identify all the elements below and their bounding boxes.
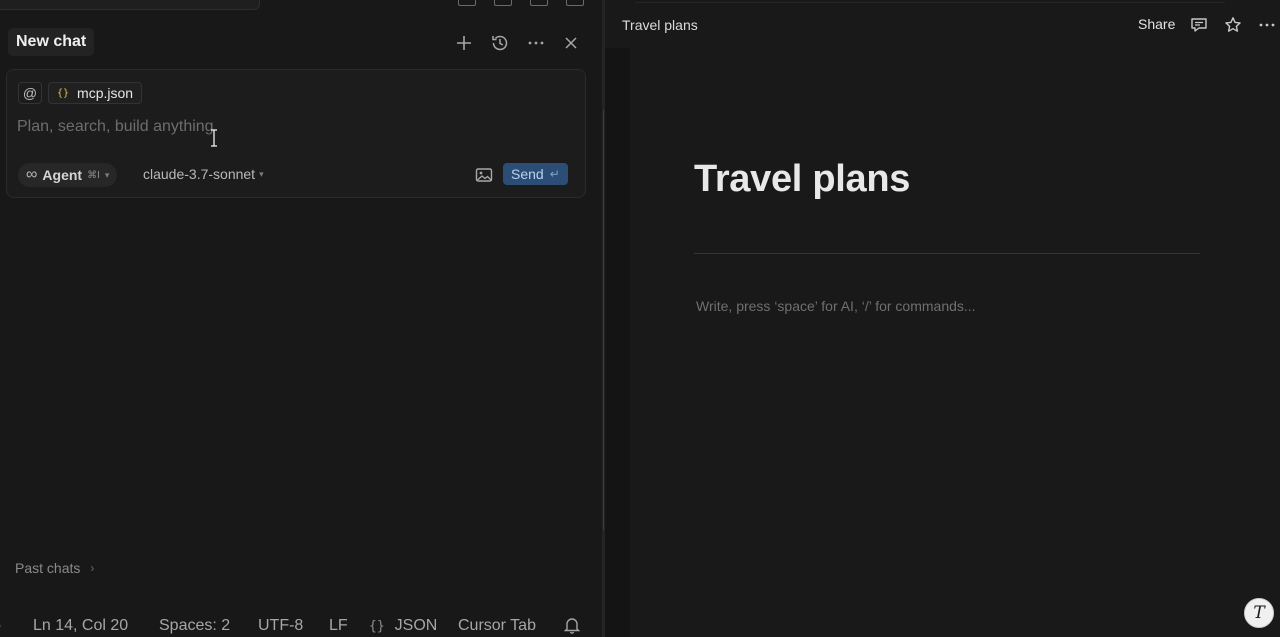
json-file-icon: {}	[57, 87, 70, 99]
mode-label: Agent	[42, 167, 83, 183]
context-file-chip[interactable]: {} mcp.json	[48, 82, 143, 104]
chat-composer: @ {} mcp.json ∞ Agent ⌘I ▾ claude-3.7-so…	[6, 69, 586, 198]
history-icon[interactable]	[489, 32, 511, 54]
close-icon[interactable]	[560, 32, 582, 54]
page-title[interactable]: Travel plans	[694, 158, 910, 201]
status-cursor-tab[interactable]: Cursor Tab	[458, 617, 536, 635]
chevron-right-icon: ›	[90, 561, 95, 575]
more-icon[interactable]	[1257, 15, 1277, 35]
mode-shortcut: ⌘I	[87, 169, 100, 181]
top-toolbar	[0, 0, 602, 12]
more-icon[interactable]	[525, 32, 547, 54]
status-cursor-position[interactable]: Ln 14, Col 20	[33, 617, 128, 635]
status-bar: ⌕ Ln 14, Col 20 Spaces: 2 UTF-8 LF {}JSO…	[0, 613, 602, 637]
mode-selector[interactable]: ∞ Agent ⌘I ▾	[18, 163, 118, 187]
search-icon[interactable]: ⌕	[0, 617, 2, 634]
chevron-down-icon: ▾	[259, 168, 264, 179]
title-divider	[694, 253, 1200, 254]
editor-placeholder[interactable]: Write, press ‘space’ for AI, ‘/’ for com…	[696, 298, 976, 314]
send-button[interactable]: Send ↵	[503, 163, 568, 185]
send-label: Send	[511, 166, 544, 182]
text-cursor-icon	[209, 129, 219, 147]
tab-strip	[635, 0, 1225, 3]
return-icon: ↵	[549, 167, 560, 181]
share-button[interactable]: Share	[1138, 16, 1175, 32]
comment-icon[interactable]	[1189, 15, 1209, 35]
layout-icon[interactable]	[494, 0, 512, 6]
status-eol[interactable]: LF	[329, 617, 348, 635]
context-file-name: mcp.json	[77, 85, 134, 101]
command-center[interactable]	[0, 0, 260, 10]
model-label: claude-3.7-sonnet	[143, 166, 256, 182]
star-icon[interactable]	[1223, 15, 1243, 35]
image-icon[interactable]	[475, 167, 493, 183]
past-chats-label: Past chats	[15, 560, 81, 576]
model-selector[interactable]: claude-3.7-sonnet ▾	[143, 166, 264, 182]
past-chats-link[interactable]: Past chats ›	[15, 560, 94, 576]
settings-icon[interactable]	[566, 0, 584, 6]
editor-gutter	[605, 48, 630, 637]
json-file-icon: {}	[369, 619, 385, 634]
bell-icon[interactable]	[563, 616, 581, 637]
assistant-avatar-icon[interactable]: T	[1244, 598, 1274, 628]
plus-icon[interactable]	[453, 32, 475, 54]
status-language[interactable]: {} JSON	[369, 617, 437, 635]
chat-header: New chat	[0, 26, 602, 60]
at-icon[interactable]: @	[18, 82, 42, 104]
document-panel: Travel plans Share Travel plans Write, p…	[605, 0, 1280, 637]
status-encoding[interactable]: UTF-8	[258, 617, 303, 635]
layout-icon[interactable]	[530, 0, 548, 6]
status-indentation[interactable]: Spaces: 2	[159, 617, 230, 635]
breadcrumb-title[interactable]: Travel plans	[622, 17, 698, 33]
chat-prompt-input[interactable]	[17, 118, 577, 136]
chat-panel: New chat @ {} mcp.json ∞ Agent ⌘I ▾ clau…	[0, 0, 602, 637]
chat-title[interactable]: New chat	[8, 28, 95, 56]
layout-icon[interactable]	[458, 0, 476, 6]
infinity-icon: ∞	[26, 166, 38, 183]
chevron-down-icon: ▾	[104, 169, 110, 180]
